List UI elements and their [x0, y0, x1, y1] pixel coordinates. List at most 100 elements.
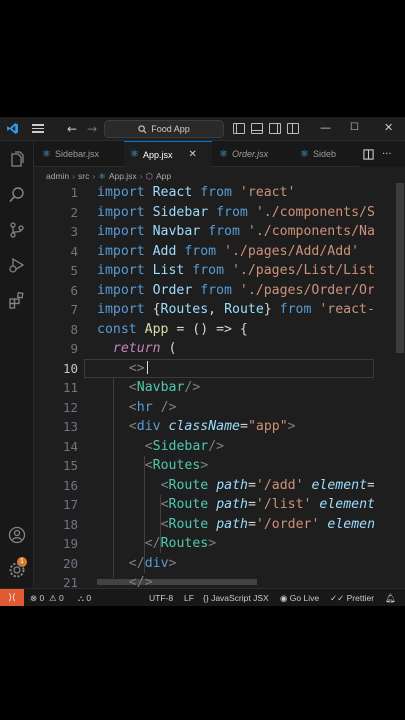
go-live-button[interactable]: ◉ Go Live: [280, 589, 319, 606]
react-icon: ⚛: [300, 148, 309, 160]
minimize-button[interactable]: —: [320, 121, 331, 135]
code-token: Route: [168, 516, 209, 532]
menu-icon[interactable]: [24, 117, 52, 141]
line-number: 2: [70, 204, 78, 220]
minimap[interactable]: [374, 183, 394, 588]
code-token: '/list': [255, 497, 312, 512]
tab-sidebar-jsx[interactable]: ⚛ Sidebar.jsx: [42, 141, 122, 167]
check-double-icon: ✓✓: [330, 593, 345, 603]
close-button[interactable]: ✕: [384, 121, 393, 135]
back-arrow-icon[interactable]: ←: [62, 122, 82, 136]
code-line: <div className="app">: [129, 417, 296, 437]
title-bar: ← → Food App — ☐ ✕: [0, 117, 405, 141]
search-icon[interactable]: [8, 186, 26, 204]
more-actions-icon[interactable]: ···: [382, 149, 392, 160]
remote-indicator-icon[interactable]: ⟩⟨: [0, 588, 24, 606]
activity-bar: 1: [0, 141, 34, 588]
settings-gear-icon[interactable]: [8, 561, 26, 579]
breadcrumb-symbol[interactable]: App: [156, 171, 171, 181]
code-token: App: [136, 321, 169, 337]
line-number: 10: [62, 360, 78, 376]
encoding-status[interactable]: UTF-8: [149, 589, 173, 606]
code-token: Add: [144, 243, 185, 259]
code-editor[interactable]: 1 2 3 4 5 6 7 8 9 10 11 12 13 14 15 16 17 18 19 20 21 import…: [34, 183, 405, 588]
code-token: Sidebar: [152, 438, 209, 454]
vertical-scrollbar[interactable]: [394, 183, 405, 588]
account-icon[interactable]: [8, 526, 26, 544]
code-line: import List from './pages/List/List: [97, 261, 374, 281]
toggle-panel-icon[interactable]: [251, 123, 263, 134]
toggle-primary-sidebar-icon[interactable]: [233, 123, 245, 134]
code-token: from: [200, 282, 232, 298]
breadcrumb-src[interactable]: src: [78, 171, 89, 181]
line-number: 14: [62, 438, 78, 454]
tab-app-jsx[interactable]: ⚛ App.jsx ✕: [124, 141, 212, 167]
code-token: './pages/Order/Or: [231, 282, 374, 298]
code-token: import: [97, 282, 145, 298]
language-mode-status[interactable]: {} JavaScript JSX: [203, 589, 269, 606]
extensions-icon[interactable]: [8, 291, 26, 309]
tab-sidebar-overflow[interactable]: ⚛ Sideb: [300, 141, 360, 167]
code-token: '/order': [255, 516, 320, 532]
code-line: return (: [113, 339, 177, 359]
code-token: Sidebar: [144, 204, 217, 220]
code-token: 'react': [231, 185, 296, 200]
code-token: const: [97, 321, 137, 337]
code-token: from: [184, 243, 217, 259]
code-token: Routes: [152, 458, 201, 473]
toggle-secondary-sidebar-icon[interactable]: [269, 123, 281, 134]
code-token: './pages/List/List: [224, 263, 374, 278]
code-token: Route: [168, 497, 209, 512]
command-center-search[interactable]: Food App: [104, 120, 224, 138]
notifications-bell-icon[interactable]: 🔔︎: [385, 589, 396, 606]
code-token: path: [208, 497, 248, 512]
tab-order-jsx[interactable]: ⚛ Order.jsx: [217, 141, 297, 167]
code-token: />: [184, 380, 201, 395]
code-token: return: [112, 341, 161, 356]
code-token: =: [247, 497, 256, 512]
code-token: from: [208, 224, 240, 239]
ports-status[interactable]: ⛬ 0: [78, 589, 91, 606]
line-number: 18: [62, 516, 78, 532]
breadcrumb-file[interactable]: App.jsx: [109, 171, 137, 181]
run-debug-icon[interactable]: [8, 256, 26, 274]
scrollbar-thumb[interactable]: [396, 183, 404, 353]
line-number: 17: [62, 497, 78, 512]
code-token: './pages/Add/Add': [216, 243, 360, 259]
code-token: hr: [136, 399, 153, 415]
prettier-status[interactable]: ✓✓ Prettier: [330, 589, 374, 606]
problems-status[interactable]: ⊗ 0 ⚠ 0: [30, 589, 64, 606]
layout-controls: [233, 123, 299, 134]
code-token: import: [97, 243, 145, 259]
code-token: element: [303, 477, 368, 493]
explorer-icon[interactable]: [8, 151, 26, 169]
line-number-gutter: 1 2 3 4 5 6 7 8 9 10 11 12 13 14 15 16 17 18 19 20 21: [34, 183, 84, 588]
code-token: <: [144, 458, 153, 473]
code-line: import {Routes, Route} from 'react-: [97, 300, 374, 320]
eol-status[interactable]: LF: [184, 589, 194, 606]
close-tab-icon[interactable]: ✕: [188, 149, 196, 160]
react-icon: ⚛: [219, 148, 228, 160]
split-editor-icon[interactable]: [363, 148, 374, 160]
editor-tabs: ⚛ Sidebar.jsx ⚛ App.jsx ✕ ⚛ Order.jsx ⚛ …: [34, 141, 405, 167]
code-token: from: [192, 263, 225, 278]
code-token: <: [128, 399, 137, 415]
code-token: path: [208, 516, 248, 532]
customize-layout-icon[interactable]: [287, 123, 299, 134]
breadcrumb-admin[interactable]: admin: [46, 171, 69, 181]
broadcast-icon: ◉: [280, 593, 288, 603]
code-token: }: [263, 302, 280, 317]
code-line: import Navbar from './components/Na: [97, 222, 374, 242]
maximize-button[interactable]: ☐: [350, 121, 359, 135]
horizontal-scrollbar[interactable]: [97, 579, 257, 585]
code-token: >: [208, 536, 217, 551]
code-line: <>: [129, 359, 148, 379]
forward-arrow-icon[interactable]: →: [82, 122, 102, 136]
code-token: >: [168, 555, 177, 571]
source-control-icon[interactable]: [8, 221, 26, 239]
code-area[interactable]: import React from 'react' import Sidebar …: [97, 183, 374, 588]
code-token: <: [160, 516, 169, 532]
code-token: <: [160, 477, 169, 493]
code-token: =: [247, 477, 256, 493]
line-number: 13: [62, 419, 78, 434]
